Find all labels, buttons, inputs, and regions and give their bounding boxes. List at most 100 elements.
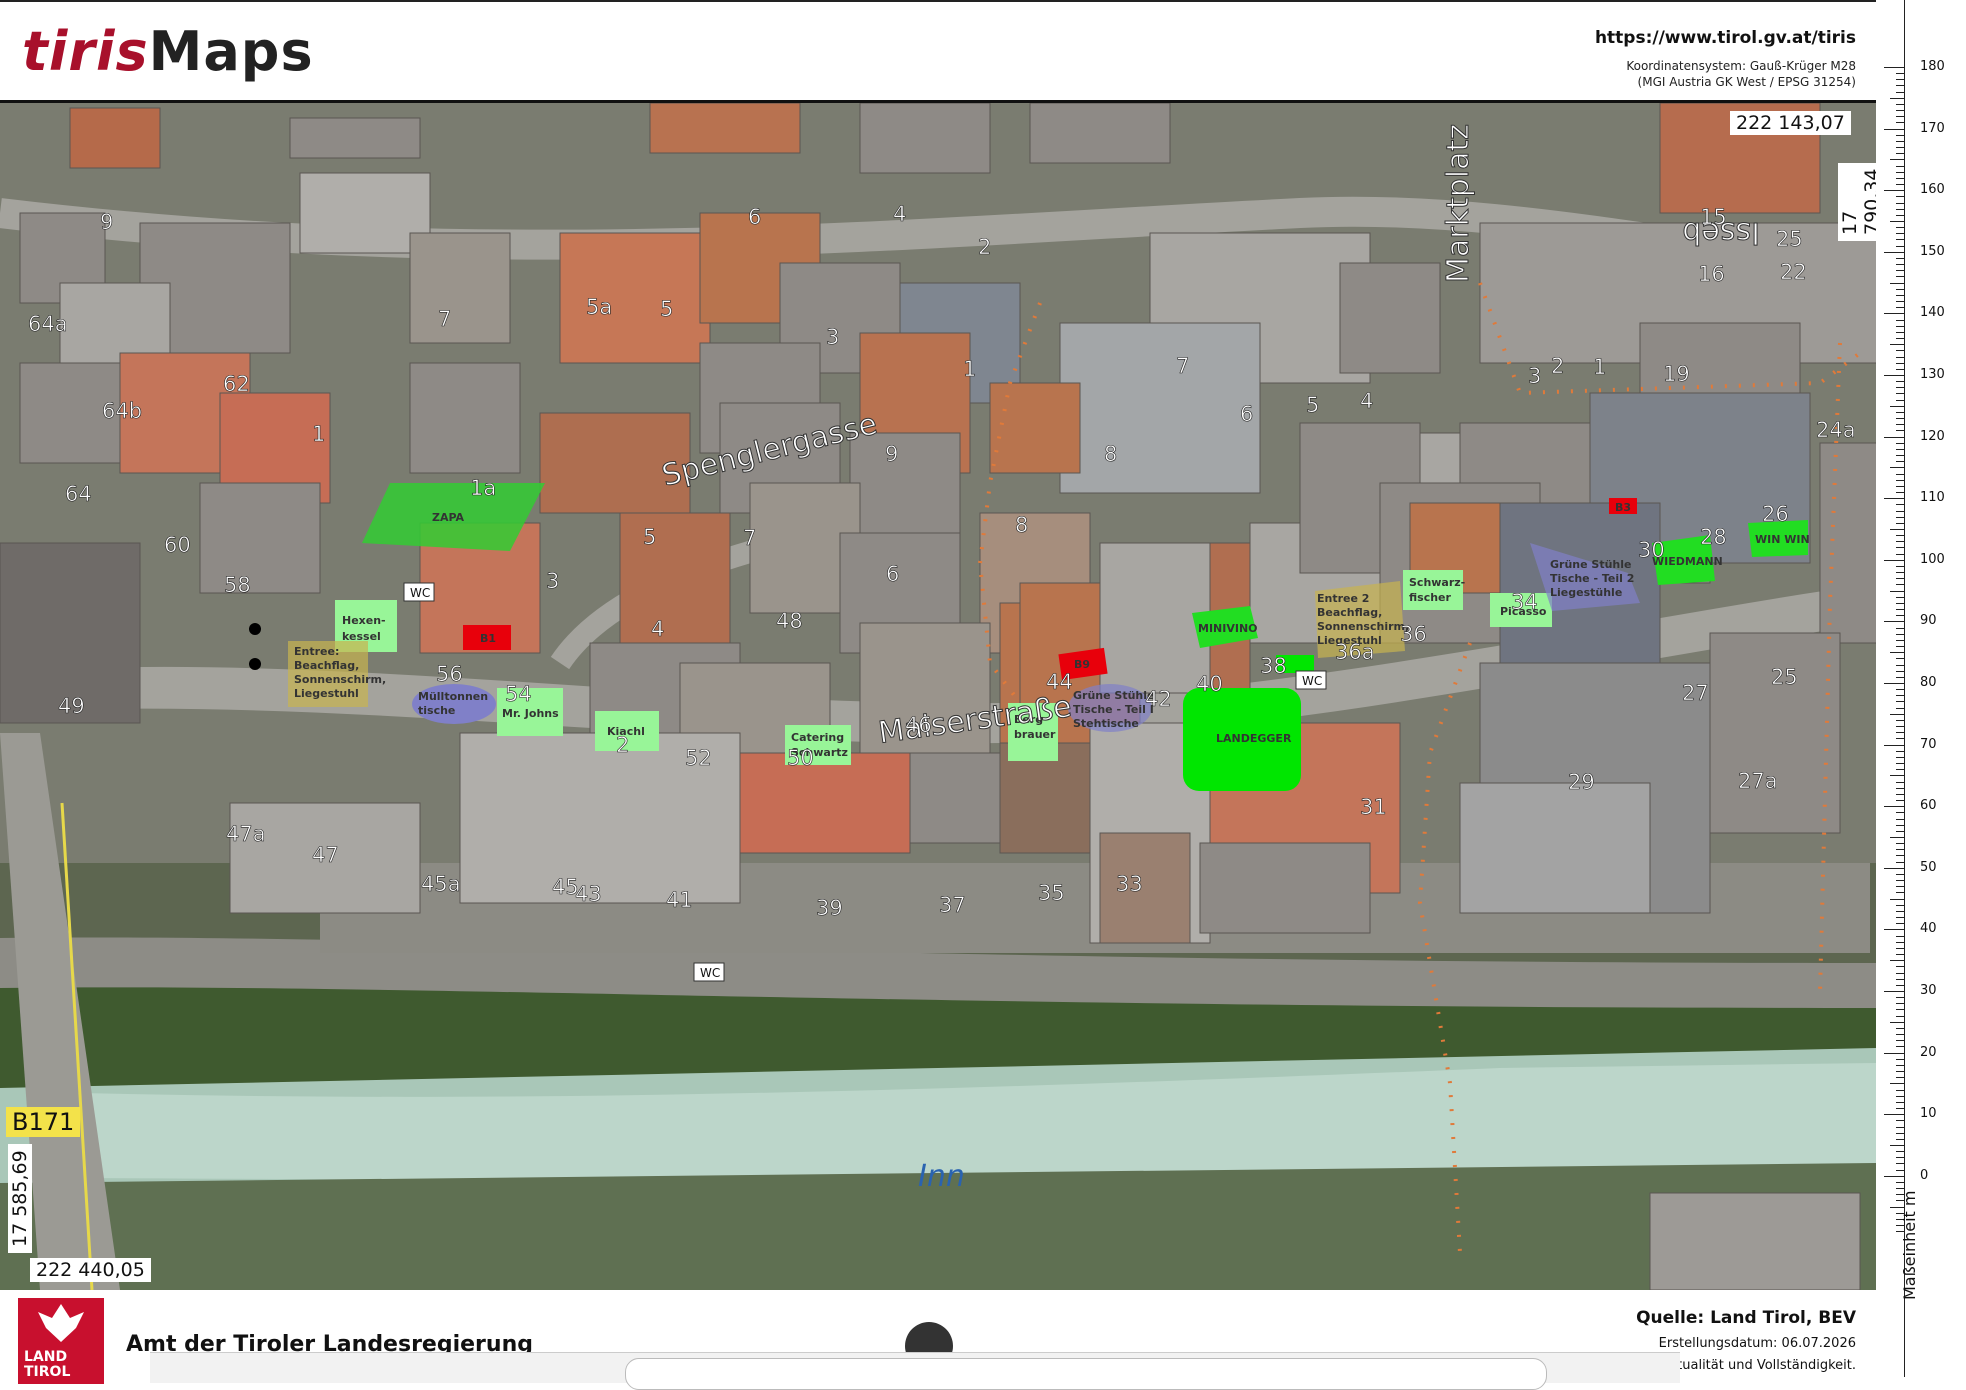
scale-minor-tick bbox=[1896, 972, 1904, 974]
scale-minor-tick bbox=[1896, 177, 1904, 179]
scale-minor-tick bbox=[1896, 541, 1904, 543]
scale-minor-tick bbox=[1896, 381, 1904, 383]
scale-minor-tick bbox=[1896, 917, 1904, 919]
house-number: 5a bbox=[586, 295, 612, 319]
scale-minor-tick bbox=[1896, 473, 1904, 475]
house-number: 6 bbox=[1240, 402, 1253, 426]
zone-schwarzfischer-label: Schwarz- bbox=[1409, 576, 1465, 589]
house-number: 16 bbox=[1698, 262, 1725, 286]
road-label-b171: B171 bbox=[6, 1107, 81, 1137]
scale-minor-tick bbox=[1896, 1163, 1904, 1165]
house-number: 31 bbox=[1360, 795, 1387, 819]
scale-minor-tick bbox=[1890, 282, 1904, 284]
house-number: 44 bbox=[1046, 670, 1073, 694]
scale-minor-tick bbox=[1890, 898, 1904, 900]
scale-minor-tick bbox=[1896, 110, 1904, 112]
scale-minor-tick bbox=[1896, 196, 1904, 198]
scale-minor-tick bbox=[1896, 350, 1904, 352]
house-number: 15 bbox=[1700, 205, 1727, 229]
scale-tick-label: 30 bbox=[1920, 983, 1937, 998]
scale-tick bbox=[1884, 128, 1904, 130]
scale-minor-tick bbox=[1890, 837, 1904, 838]
scale-minor-tick bbox=[1896, 1071, 1904, 1073]
svg-text:Beachflag,: Beachflag, bbox=[294, 659, 359, 672]
house-number: 4 bbox=[1360, 389, 1373, 413]
scale-minor-tick bbox=[1896, 294, 1904, 296]
scale-minor-tick bbox=[1890, 221, 1904, 222]
tiris-url[interactable]: https://www.tirol.gv.at/tiris bbox=[1595, 28, 1856, 48]
house-number: 9 bbox=[885, 442, 898, 466]
zone-catering-label: Catering bbox=[791, 731, 844, 744]
scale-tick bbox=[1884, 1052, 1904, 1054]
zone-gruene-stuehle-1-label: Grüne Stühle bbox=[1073, 689, 1154, 702]
scale-minor-tick bbox=[1896, 387, 1904, 389]
scale-minor-tick bbox=[1896, 522, 1904, 524]
wc-label: WC bbox=[700, 966, 720, 980]
house-number: 8 bbox=[1015, 513, 1028, 537]
house-number: 25 bbox=[1771, 665, 1798, 689]
house-number: 2 bbox=[1551, 354, 1564, 378]
scale-tick-label: 180 bbox=[1920, 59, 1945, 74]
map-print-page: tirisMaps https://www.tirol.gv.at/tiris … bbox=[0, 0, 1966, 1390]
scale-tick-label: 130 bbox=[1920, 367, 1945, 382]
scale-minor-tick bbox=[1896, 301, 1904, 303]
scale-minor-tick bbox=[1896, 455, 1904, 457]
house-number: 38 bbox=[1260, 654, 1287, 678]
scale-minor-tick bbox=[1896, 116, 1904, 118]
overlay-input[interactable] bbox=[625, 1358, 1547, 1390]
source-text: Quelle: Land Tirol, BEV bbox=[1636, 1308, 1856, 1328]
river-label: Inn bbox=[918, 1159, 965, 1194]
scale-tick-label: 0 bbox=[1920, 1167, 1929, 1183]
scale-minor-tick bbox=[1896, 596, 1904, 598]
scale-minor-tick bbox=[1896, 818, 1904, 820]
house-number: 62 bbox=[223, 372, 250, 396]
house-number: 4 bbox=[651, 617, 664, 641]
zone-minivino-label: MINIVINO bbox=[1198, 622, 1258, 635]
scale-minor-tick bbox=[1896, 572, 1904, 574]
scale-tick-label: 120 bbox=[1920, 428, 1945, 444]
scale-minor-tick bbox=[1896, 732, 1904, 734]
scale-minor-tick bbox=[1896, 565, 1904, 567]
house-number: 52 bbox=[685, 746, 712, 770]
scale-minor-tick bbox=[1896, 184, 1904, 186]
scale-minor-tick bbox=[1896, 812, 1904, 814]
aerial-map[interactable]: ZAPA Hexen- kessel B1 Entree: Beachflag,… bbox=[0, 100, 1878, 1293]
house-number: 1 bbox=[312, 422, 325, 446]
scale-minor-tick bbox=[1896, 664, 1904, 666]
scale-minor-tick bbox=[1896, 1034, 1904, 1036]
scale-minor-tick bbox=[1896, 547, 1904, 549]
scale-tick-label: 160 bbox=[1920, 182, 1945, 198]
scale-tick-label: 60 bbox=[1920, 798, 1937, 814]
house-number: 27a bbox=[1738, 769, 1778, 793]
scale-minor-tick bbox=[1896, 202, 1904, 204]
scale-minor-tick bbox=[1896, 855, 1904, 857]
scale-minor-tick bbox=[1896, 227, 1904, 229]
house-number: 5 bbox=[660, 297, 673, 321]
scale-minor-tick bbox=[1896, 873, 1904, 875]
scale-minor-tick bbox=[1896, 935, 1904, 937]
scale-minor-tick bbox=[1896, 726, 1904, 728]
house-number: 3 bbox=[1528, 364, 1541, 388]
scale-minor-tick bbox=[1896, 356, 1904, 358]
scale-minor-tick bbox=[1890, 590, 1904, 592]
scale-minor-tick bbox=[1896, 516, 1904, 518]
scale-minor-tick bbox=[1896, 639, 1904, 641]
house-number: 47a bbox=[226, 822, 266, 846]
scale-minor-tick bbox=[1890, 529, 1904, 530]
scale-minor-tick bbox=[1896, 1132, 1904, 1134]
eagle-icon bbox=[38, 1304, 84, 1342]
scale-tick bbox=[1884, 67, 1904, 68]
scale-minor-tick bbox=[1896, 941, 1904, 943]
scale-minor-tick bbox=[1896, 1095, 1904, 1097]
scale-minor-tick bbox=[1896, 763, 1904, 765]
house-number: 64a bbox=[28, 312, 68, 336]
scale-minor-tick bbox=[1896, 578, 1904, 580]
svg-text:Sonnenschirm,: Sonnenschirm, bbox=[294, 673, 386, 686]
scale-minor-tick bbox=[1896, 442, 1904, 444]
scale-minor-tick bbox=[1896, 288, 1904, 290]
house-number: 26 bbox=[1762, 502, 1789, 526]
scale-tick-label: 20 bbox=[1920, 1044, 1937, 1060]
scale-minor-tick bbox=[1896, 1064, 1904, 1066]
scale-minor-tick bbox=[1896, 245, 1904, 247]
scale-minor-tick bbox=[1896, 140, 1904, 142]
